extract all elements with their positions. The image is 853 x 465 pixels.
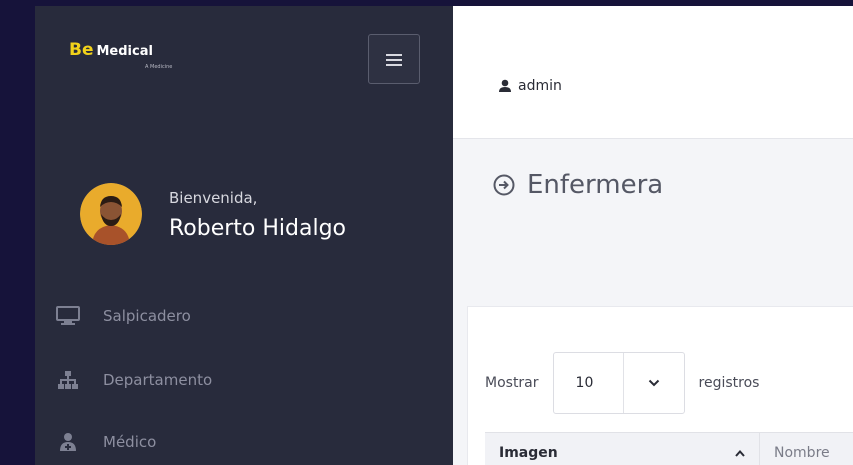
sidebar-item-departamento[interactable]: Departamento xyxy=(55,365,415,395)
brand-logo[interactable]: Be Medical A Medicine xyxy=(69,40,172,70)
records-label: registros xyxy=(698,375,760,391)
table-length-control: Mostrar 10 registros xyxy=(485,352,759,414)
column-header-nombre[interactable]: Nombre xyxy=(760,433,853,465)
admin-username: admin xyxy=(518,78,562,94)
sitemap-icon xyxy=(55,369,81,391)
column-header-label: Nombre xyxy=(774,445,830,461)
monitor-icon xyxy=(55,305,81,327)
brand-subtitle: A Medicine xyxy=(145,64,173,70)
sidebar-item-label: Salpicadero xyxy=(103,307,191,325)
sidebar-item-label: Departamento xyxy=(103,371,213,389)
welcome-text: Bienvenida, xyxy=(169,189,258,207)
page-length-value: 10 xyxy=(554,353,624,413)
sidebar-item-label: Médico xyxy=(103,433,157,451)
page-title: Enfermera xyxy=(493,170,663,200)
avatar xyxy=(80,183,142,245)
hamburger-icon xyxy=(386,54,402,69)
app-window: Be Medical A Medicine Bienvenida, Roberto… xyxy=(35,6,853,465)
doctor-icon xyxy=(55,431,81,453)
sidebar-item-salpicadero[interactable]: Salpicadero xyxy=(55,301,415,331)
user-full-name: Roberto Hidalgo xyxy=(169,216,347,241)
column-header-imagen[interactable]: Imagen xyxy=(485,433,760,465)
table-header: Imagen Nombre xyxy=(485,432,853,465)
sidebar-toggle-button[interactable] xyxy=(368,34,420,84)
sort-asc-icon xyxy=(735,445,745,461)
column-header-label: Imagen xyxy=(499,445,558,461)
user-icon xyxy=(498,79,512,93)
circle-arrow-right-icon xyxy=(493,174,515,196)
sidebar: Be Medical A Medicine Bienvenida, Roberto… xyxy=(35,6,453,465)
top-header: admin xyxy=(453,6,853,139)
chevron-down-icon xyxy=(624,353,684,413)
brand-be: Be xyxy=(69,40,94,60)
page-title-text: Enfermera xyxy=(527,170,664,200)
page-length-select[interactable]: 10 xyxy=(552,352,685,414)
main-content: admin Enfermera Mostrar 10 registros Ima… xyxy=(453,6,853,465)
brand-medical: Medical xyxy=(96,44,153,59)
sidebar-item-medico[interactable]: Médico xyxy=(55,427,415,457)
admin-user-link[interactable]: admin xyxy=(498,78,562,94)
show-label: Mostrar xyxy=(485,375,539,391)
